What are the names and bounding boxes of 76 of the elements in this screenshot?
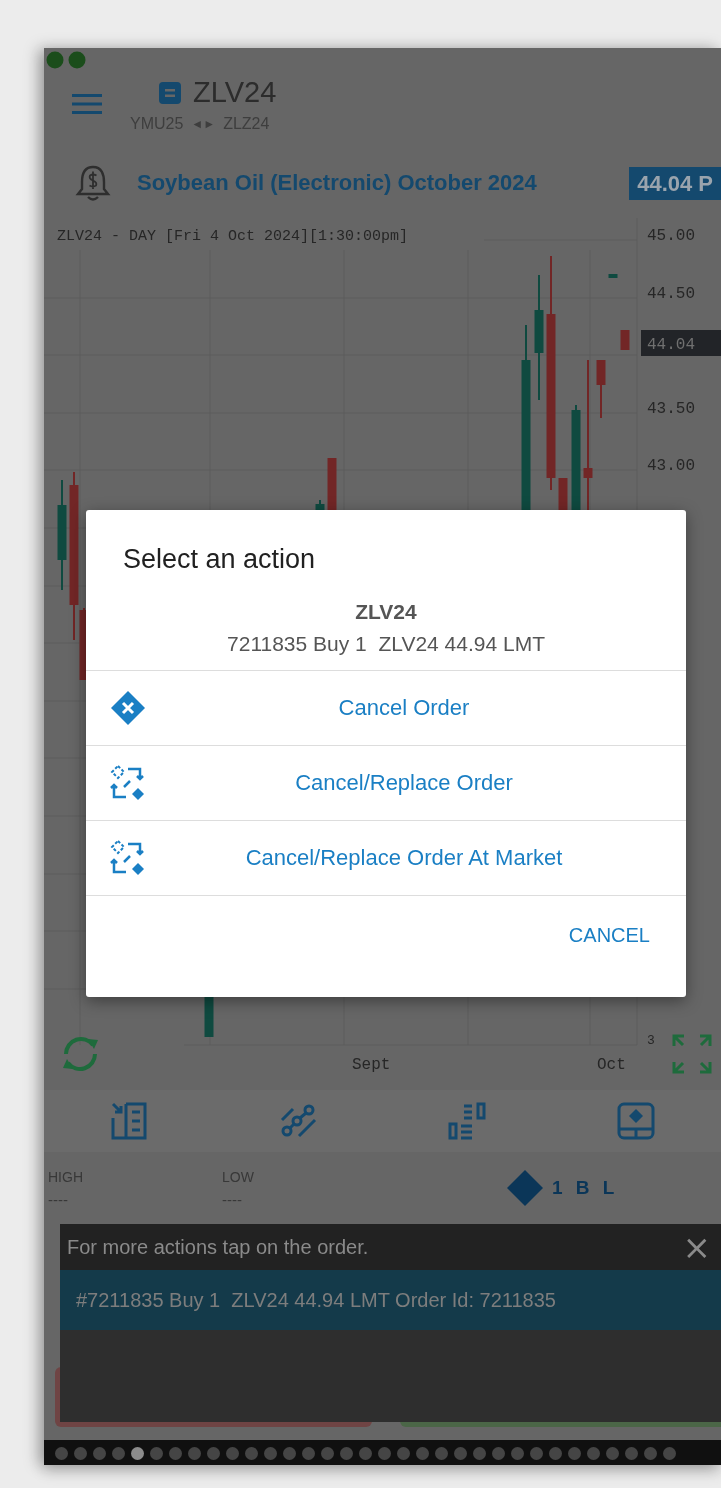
symbol-title: ZLV24 — [193, 76, 277, 109]
page-dot[interactable] — [93, 1447, 106, 1460]
position-label: 1 B L — [552, 1177, 619, 1199]
stat-value: ---- — [222, 1190, 243, 1208]
stat-value: ---- — [48, 1190, 69, 1208]
date-label: Oct — [597, 1056, 626, 1074]
ladder-icon[interactable] — [448, 1102, 487, 1140]
axis-label: 45.00 — [647, 227, 695, 245]
page-dot[interactable] — [131, 1447, 144, 1460]
candle — [620, 329, 630, 351]
action-item[interactable]: Cancel/Replace Order At Market — [86, 821, 686, 896]
order-symbol: ZLV24 — [354, 600, 418, 624]
page-dot[interactable] — [169, 1447, 182, 1460]
candle — [596, 359, 606, 419]
nodes-icon[interactable] — [278, 1102, 317, 1140]
page-dot[interactable] — [492, 1447, 505, 1460]
action-item[interactable]: Cancel Order — [86, 671, 686, 746]
page-dot[interactable] — [321, 1447, 334, 1460]
page-dot[interactable] — [625, 1447, 638, 1460]
chart-title: ZLV24 - DAY [Fri 4 Oct 2024][1:30:00pm] — [57, 228, 409, 245]
bell-dollar-icon[interactable] — [75, 164, 111, 202]
current-price-label: 44.04 — [647, 336, 695, 354]
page-dot[interactable] — [587, 1447, 600, 1460]
page-dot[interactable] — [207, 1447, 220, 1460]
page-dot[interactable] — [568, 1447, 581, 1460]
diamond-x-icon — [110, 690, 146, 726]
page-dot[interactable] — [530, 1447, 543, 1460]
candle — [608, 273, 618, 279]
page-dot[interactable] — [378, 1447, 391, 1460]
candle — [327, 457, 337, 511]
diamond-icon — [506, 1169, 544, 1207]
axis-label: 43.00 — [647, 457, 695, 475]
list-icon — [159, 81, 181, 104]
page-dot[interactable] — [454, 1447, 467, 1460]
page-dot[interactable] — [188, 1447, 201, 1460]
page-dot[interactable] — [264, 1447, 277, 1460]
order-summary: 7211835 Buy 1 ZLV24 44.94 LMT — [226, 632, 546, 657]
page-dot[interactable] — [663, 1447, 676, 1460]
page-dot[interactable] — [606, 1447, 619, 1460]
page-dot[interactable] — [340, 1447, 353, 1460]
axis-label: 44.50 — [647, 285, 695, 303]
page-dot[interactable] — [55, 1447, 68, 1460]
expand-icon[interactable] — [672, 1034, 712, 1074]
menu-icon[interactable] — [72, 94, 102, 114]
candle — [204, 996, 214, 1038]
refresh-icon[interactable] — [63, 1037, 98, 1071]
page-dot[interactable] — [473, 1447, 486, 1460]
page-dot[interactable] — [435, 1447, 448, 1460]
page-dot[interactable] — [112, 1447, 125, 1460]
date-label: Sept — [352, 1056, 391, 1074]
page-dot[interactable] — [283, 1447, 296, 1460]
import-list-icon[interactable] — [109, 1102, 148, 1140]
page-dot[interactable] — [416, 1447, 429, 1460]
candle — [558, 477, 568, 511]
page-dot[interactable] — [226, 1447, 239, 1460]
action-item[interactable]: Cancel/Replace Order — [86, 746, 686, 821]
cancel-button[interactable]: CANCEL — [556, 914, 662, 957]
page-dot[interactable] — [511, 1447, 524, 1460]
page-dot[interactable] — [359, 1447, 372, 1460]
diamond-arrows-icon — [110, 765, 146, 801]
price-badge: 44.04 P — [629, 166, 721, 200]
instrument-name: Soybean Oil (Electronic) October 2024 — [137, 170, 537, 196]
axis-label: 43.50 — [647, 400, 695, 418]
page-dot[interactable] — [644, 1447, 657, 1460]
page-dot[interactable] — [302, 1447, 315, 1460]
axis-label: 3 — [647, 1033, 655, 1048]
page-dot[interactable] — [245, 1447, 258, 1460]
page-dot[interactable] — [397, 1447, 410, 1460]
page-dot[interactable] — [150, 1447, 163, 1460]
order-row[interactable]: #7211835 Buy 1 ZLV24 44.94 LMT Order Id: 7211835 — [60, 1270, 721, 1330]
close-button[interactable]: × — [678, 1230, 715, 1264]
page-dot[interactable] — [74, 1447, 87, 1460]
diamond-arrows-icon — [110, 840, 146, 876]
dialog-title: Select an action — [122, 543, 317, 576]
panel-message: For more actions tap on the order. — [67, 1235, 369, 1259]
page-dot[interactable] — [549, 1447, 562, 1460]
